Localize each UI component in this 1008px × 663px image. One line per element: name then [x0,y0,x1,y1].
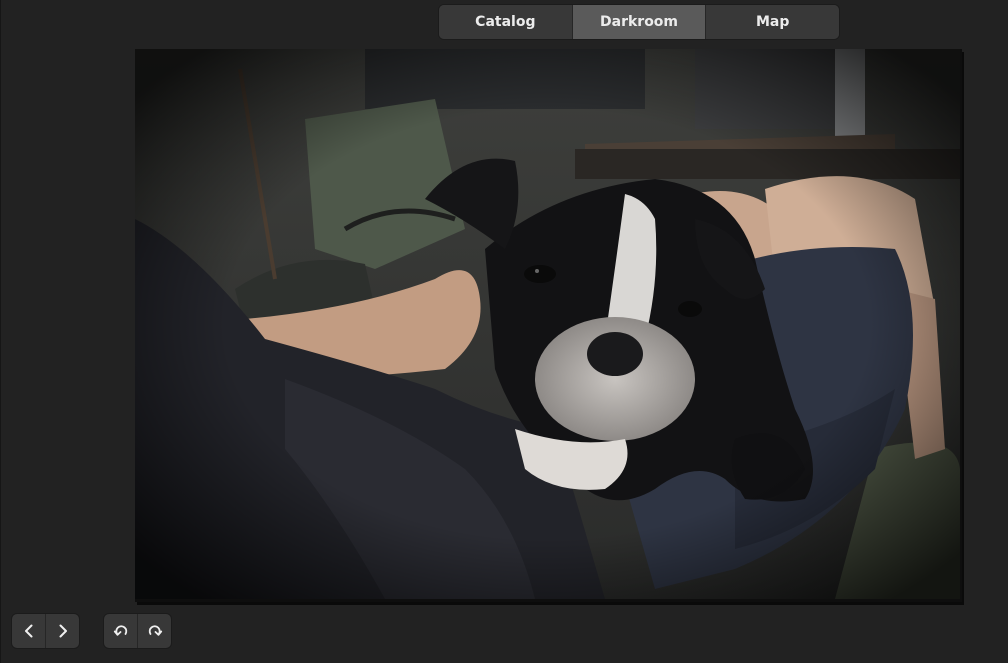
next-image-button[interactable] [46,614,79,648]
view-switcher: Catalog Darkroom Map [439,5,839,39]
redo-icon [148,625,162,636]
app-window: Catalog Darkroom Map [0,0,1008,663]
tab-darkroom[interactable]: Darkroom [572,5,707,39]
photo-canvas[interactable] [135,49,962,602]
tab-catalog[interactable]: Catalog [439,5,573,39]
undo-icon [113,625,127,636]
undo-button[interactable] [104,614,138,648]
history-controls [104,614,171,648]
previous-image-button[interactable] [12,614,46,648]
chevron-left-icon [24,624,32,638]
chevron-right-icon [59,624,67,638]
redo-button[interactable] [138,614,171,648]
image-navigation [12,614,79,648]
tab-map[interactable]: Map [706,5,839,39]
dog-photo [135,49,960,599]
